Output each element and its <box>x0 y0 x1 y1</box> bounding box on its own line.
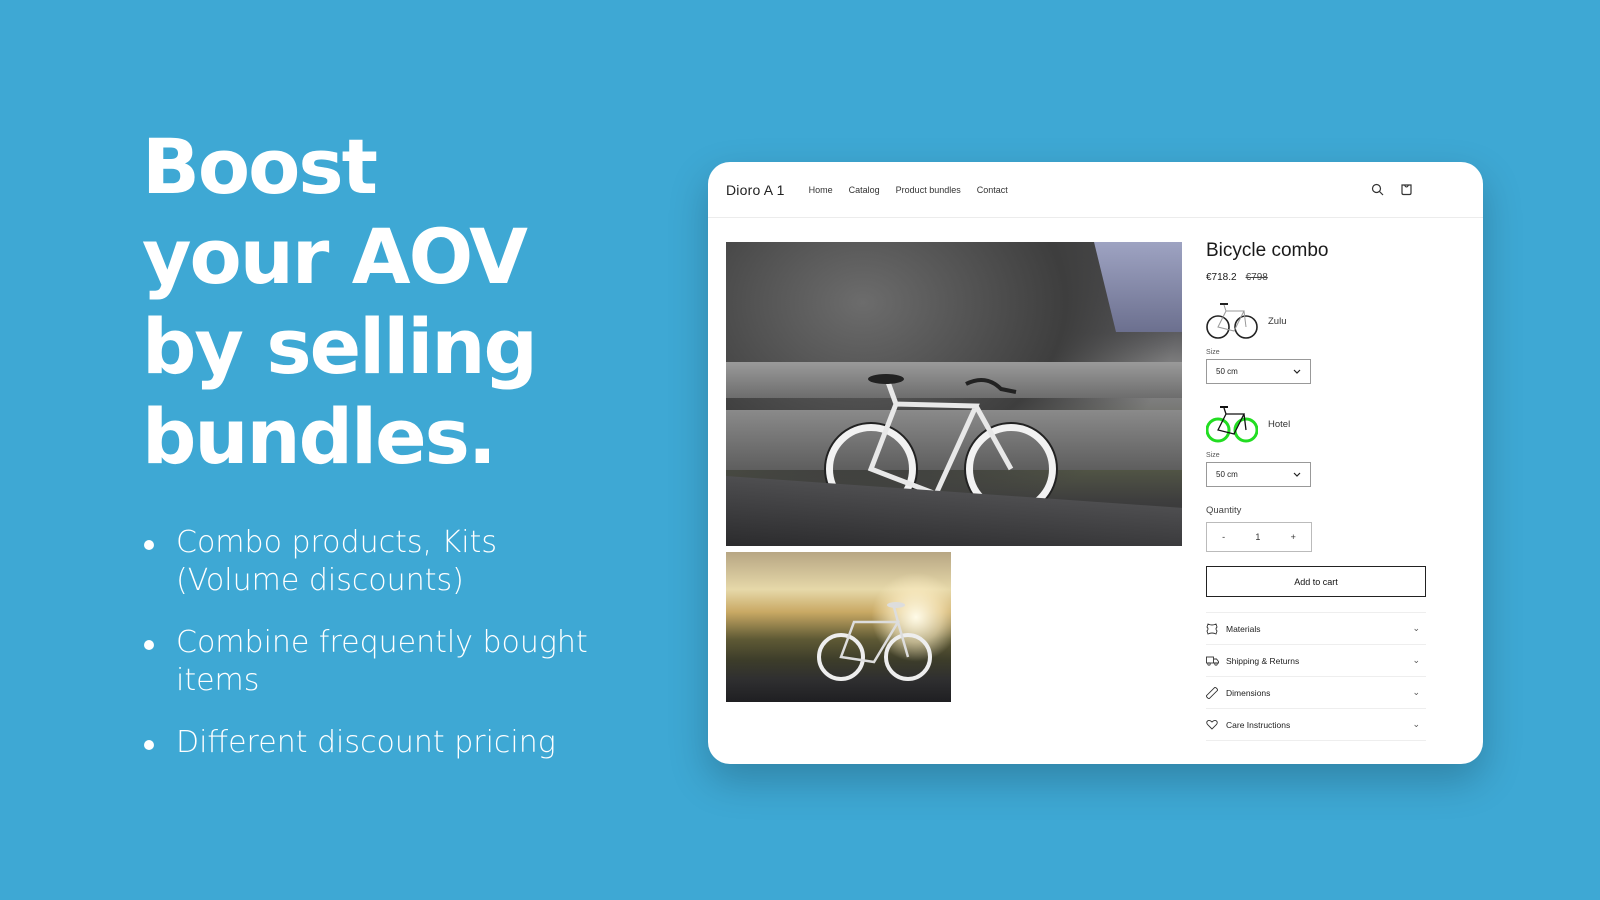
store-logo[interactable]: Dioro A 1 <box>726 182 785 198</box>
accordion-label: Shipping & Returns <box>1226 655 1300 666</box>
product-thumbnail-image[interactable] <box>726 552 951 702</box>
hero-title-line: by selling <box>142 302 538 391</box>
chevron-down-icon <box>1293 472 1301 477</box>
store-nav: Home Catalog Product bundles Contact <box>809 185 1008 195</box>
size-select-value: 50 cm <box>1216 367 1238 376</box>
compare-price: €798 <box>1245 272 1268 283</box>
accordion-care[interactable]: Care Instructions ⌄ <box>1206 709 1426 741</box>
quantity-stepper: - 1 + <box>1206 522 1312 552</box>
nav-catalog[interactable]: Catalog <box>849 185 880 195</box>
quantity-label: Quantity <box>1206 505 1242 516</box>
price-block: €718.2 €798 <box>1206 272 1426 283</box>
feature-text: Combo products, Kits <box>176 525 497 560</box>
bundle-item: Hotel <box>1206 402 1426 446</box>
chevron-down-icon: ⌄ <box>1412 719 1420 729</box>
feature-text: Different discount pricing <box>176 725 556 760</box>
accordion-materials[interactable]: Materials ⌄ <box>1206 613 1426 645</box>
accordion-dimensions[interactable]: Dimensions ⌄ <box>1206 677 1426 709</box>
size-label: Size <box>1206 452 1220 459</box>
header-icons <box>1371 183 1413 196</box>
product-accordion: Materials ⌄ Shipping & Returns ⌄ Dimensi… <box>1206 612 1426 741</box>
nav-home[interactable]: Home <box>809 185 833 195</box>
size-select-value: 50 cm <box>1216 470 1238 479</box>
image-sky <box>1094 242 1182 332</box>
feature-item: Combine frequently bought items <box>142 624 622 700</box>
feature-item: Combo products, Kits (Volume discounts) <box>142 524 622 600</box>
nav-product-bundles[interactable]: Product bundles <box>896 185 961 195</box>
size-label: Size <box>1206 349 1220 356</box>
ruler-icon <box>1206 686 1220 699</box>
feature-list: Combo products, Kits (Volume discounts) … <box>142 524 622 786</box>
add-to-cart-button[interactable]: Add to cart <box>1206 566 1426 597</box>
chevron-down-icon: ⌄ <box>1412 623 1420 633</box>
feature-text: Combine frequently bought <box>176 625 588 660</box>
accordion-shipping[interactable]: Shipping & Returns ⌄ <box>1206 645 1426 677</box>
nav-contact[interactable]: Contact <box>977 185 1008 195</box>
accordion-label: Materials <box>1226 623 1261 634</box>
feature-item: Different discount pricing <box>142 724 622 762</box>
bicycle-thumbnail-illustration <box>817 602 932 681</box>
product-main-image[interactable] <box>726 242 1182 546</box>
sale-price: €718.2 <box>1206 272 1237 283</box>
product-details: Bicycle combo €718.2 €798 Zulu Size 50 c… <box>1206 240 1426 741</box>
feature-text: items <box>176 663 260 698</box>
bundle-item-image <box>1206 406 1258 443</box>
hero-title-line: your AOV <box>142 212 528 301</box>
hero-section: Boost your AOV by selling bundles. <box>142 122 622 482</box>
hero-title-line: Boost <box>142 122 378 211</box>
cart-icon[interactable] <box>1400 183 1413 196</box>
size-select[interactable]: 50 cm <box>1206 359 1311 384</box>
product-title: Bicycle combo <box>1206 240 1329 261</box>
hero-title-line: bundles. <box>142 392 497 481</box>
quantity-decrease-button[interactable]: - <box>1222 532 1225 542</box>
chevron-down-icon <box>1293 369 1301 374</box>
bundle-item-name: Hotel <box>1268 418 1291 430</box>
bundle-item: Zulu <box>1206 299 1426 343</box>
bundle-item-image <box>1206 303 1258 339</box>
size-select[interactable]: 50 cm <box>1206 462 1311 487</box>
leather-icon <box>1206 622 1220 635</box>
accordion-label: Dimensions <box>1226 687 1271 698</box>
quantity-increase-button[interactable]: + <box>1291 532 1296 542</box>
feature-text: (Volume discounts) <box>176 563 464 598</box>
chevron-down-icon: ⌄ <box>1412 687 1420 697</box>
hero-title: Boost your AOV by selling bundles. <box>142 122 622 482</box>
quantity-input[interactable]: 1 <box>1255 532 1260 542</box>
heart-icon <box>1206 719 1220 730</box>
search-icon[interactable] <box>1371 183 1384 196</box>
accordion-label: Care Instructions <box>1226 719 1291 730</box>
truck-icon <box>1206 656 1220 666</box>
store-header: Dioro A 1 Home Catalog Product bundles C… <box>708 162 1483 218</box>
store-preview-card: Dioro A 1 Home Catalog Product bundles C… <box>708 162 1483 764</box>
bundle-item-name: Zulu <box>1268 315 1287 327</box>
chevron-down-icon: ⌄ <box>1412 655 1420 665</box>
